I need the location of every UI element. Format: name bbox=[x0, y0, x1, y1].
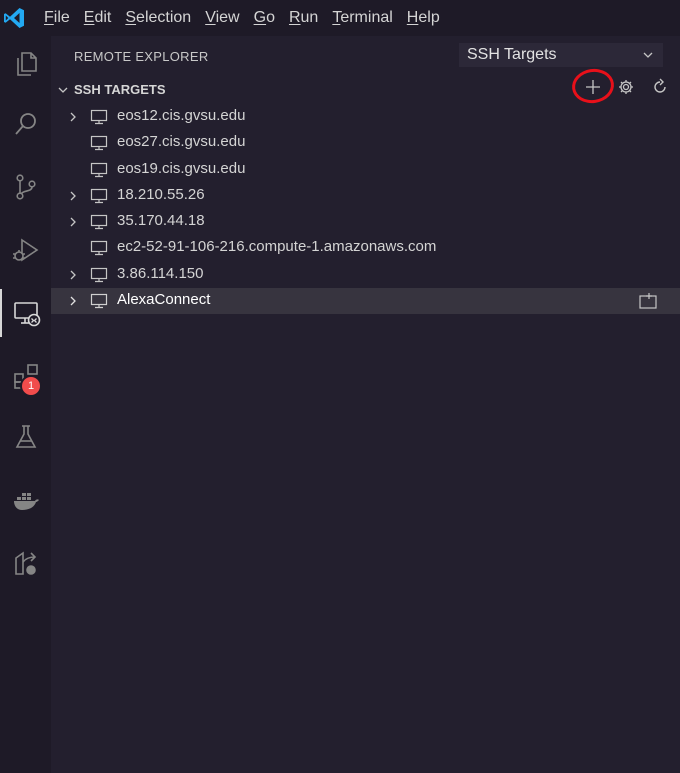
monitor-icon bbox=[90, 241, 108, 256]
monitor-icon bbox=[90, 215, 108, 230]
monitor-icon bbox=[90, 188, 108, 203]
source-control-icon[interactable] bbox=[0, 163, 51, 211]
view-title: REMOTE EXPLORER bbox=[74, 49, 209, 64]
chevron-right-icon[interactable] bbox=[67, 190, 79, 202]
menu-terminal[interactable]: Terminal bbox=[332, 9, 392, 27]
connect-in-new-window-icon[interactable] bbox=[638, 292, 658, 310]
menu-selection[interactable]: Selection bbox=[125, 9, 191, 27]
chevron-right-icon[interactable] bbox=[67, 269, 79, 281]
host-label: 3.86.114.150 bbox=[117, 264, 204, 282]
configure-button[interactable] bbox=[615, 76, 637, 98]
tree-row-3-86-114-150[interactable]: 3.86.114.150 bbox=[51, 262, 680, 288]
testing-icon[interactable] bbox=[0, 413, 51, 461]
host-label: 18.210.55.26 bbox=[117, 185, 205, 203]
tree-row-ec2-host[interactable]: ec2-52-91-106-216.compute-1.amazonaws.co… bbox=[51, 235, 680, 261]
extensions-badge: 1 bbox=[22, 377, 40, 395]
remote-explorer-sidebar: REMOTE EXPLORER SSH Targets SSH TARGETS bbox=[51, 36, 680, 773]
host-label: eos27.cis.gvsu.edu bbox=[117, 133, 246, 151]
menu-help[interactable]: Help bbox=[407, 9, 440, 27]
title-bar: File Edit Selection View Go Run Terminal… bbox=[0, 0, 680, 36]
explorer-icon[interactable] bbox=[0, 40, 51, 88]
vscode-logo-icon bbox=[4, 8, 24, 28]
tree-row-35-170-44-18[interactable]: 35.170.44.18 bbox=[51, 209, 680, 235]
activity-bar: 1 bbox=[0, 36, 51, 773]
menu-go[interactable]: Go bbox=[254, 9, 275, 27]
remote-explorer-icon[interactable] bbox=[0, 289, 51, 337]
chevron-down-icon[interactable] bbox=[57, 84, 69, 96]
menu-edit[interactable]: Edit bbox=[84, 9, 112, 27]
host-label: 35.170.44.18 bbox=[117, 212, 205, 230]
dropdown-value: SSH Targets bbox=[467, 46, 557, 63]
gear-icon bbox=[619, 80, 633, 94]
refresh-button[interactable] bbox=[649, 76, 671, 98]
docker-icon[interactable] bbox=[0, 476, 51, 524]
menu-view[interactable]: View bbox=[205, 9, 239, 27]
tree-row-eos27[interactable]: eos27.cis.gvsu.edu bbox=[51, 130, 680, 156]
host-label: AlexaConnect bbox=[117, 291, 211, 309]
host-label: ec2-52-91-106-216.compute-1.amazonaws.co… bbox=[117, 238, 437, 256]
tree-row-eos19[interactable]: eos19.cis.gvsu.edu bbox=[51, 157, 680, 183]
menu-bar: File Edit Selection View Go Run Terminal… bbox=[44, 0, 454, 36]
refresh-icon bbox=[654, 78, 666, 93]
tree-row-eos12[interactable]: eos12.cis.gvsu.edu bbox=[51, 104, 680, 130]
chevron-right-icon[interactable] bbox=[67, 216, 79, 228]
monitor-icon bbox=[90, 136, 108, 151]
menu-file[interactable]: File bbox=[44, 9, 70, 27]
chevron-down-icon bbox=[643, 52, 653, 58]
menu-run[interactable]: Run bbox=[289, 9, 318, 27]
ssh-targets-tree: eos12.cis.gvsu.edu eos27.cis.gvsu.edu eo… bbox=[51, 104, 680, 315]
monitor-icon bbox=[90, 109, 108, 125]
run-debug-icon[interactable] bbox=[0, 226, 51, 274]
live-share-icon[interactable] bbox=[0, 539, 51, 587]
remote-type-dropdown[interactable]: SSH Targets bbox=[459, 43, 663, 67]
chevron-right-icon[interactable] bbox=[67, 295, 79, 307]
monitor-icon bbox=[90, 162, 108, 177]
chevron-right-icon[interactable] bbox=[67, 111, 79, 123]
monitor-icon bbox=[90, 293, 108, 309]
tree-row-alexaconnect[interactable]: AlexaConnect bbox=[51, 288, 680, 315]
host-label: eos12.cis.gvsu.edu bbox=[117, 107, 246, 124]
monitor-icon bbox=[90, 267, 108, 282]
tree-row-18-210-55-26[interactable]: 18.210.55.26 bbox=[51, 183, 680, 209]
host-label: eos19.cis.gvsu.edu bbox=[117, 159, 246, 177]
section-title: SSH TARGETS bbox=[74, 82, 166, 97]
search-icon[interactable] bbox=[0, 100, 51, 148]
extensions-icon[interactable]: 1 bbox=[0, 352, 51, 400]
